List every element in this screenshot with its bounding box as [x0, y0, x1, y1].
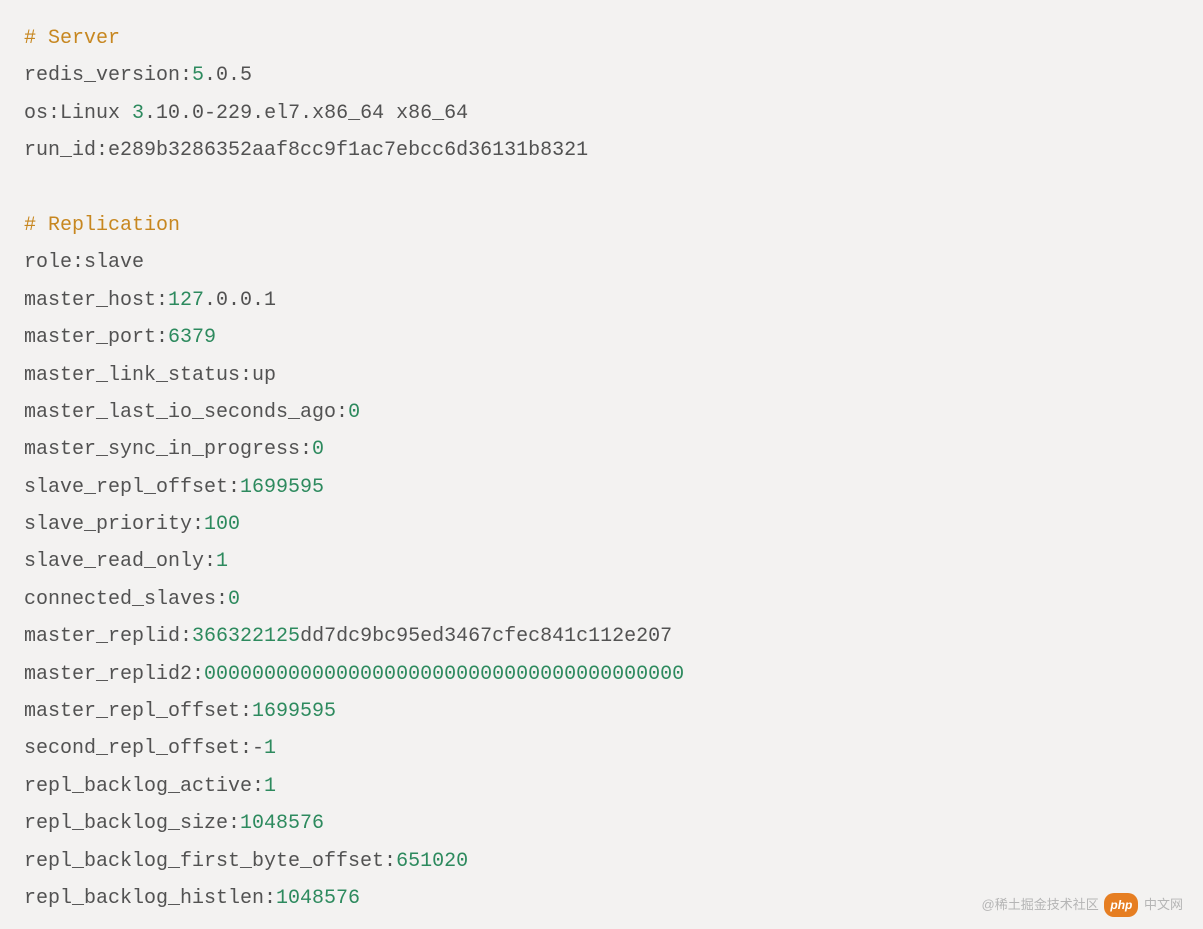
line-master-repl-offset: master_repl_offset:1699595 — [24, 693, 1179, 730]
line-master-link-status: master_link_status:up — [24, 357, 1179, 394]
line-master-replid2: master_replid2:0000000000000000000000000… — [24, 656, 1179, 693]
watermark: @稀土掘金技术社区 php 中文网 — [982, 893, 1183, 917]
line-role: role:slave — [24, 244, 1179, 281]
watermark-right: 中文网 — [1144, 897, 1183, 912]
redis-info-output: # Server redis_version:5.0.5 os:Linux 3.… — [24, 20, 1179, 917]
line-run-id: run_id:e289b3286352aaf8cc9f1ac7ebcc6d361… — [24, 132, 1179, 169]
line-master-last-io: master_last_io_seconds_ago:0 — [24, 394, 1179, 431]
line-repl-backlog-active: repl_backlog_active:1 — [24, 768, 1179, 805]
line-slave-priority: slave_priority:100 — [24, 506, 1179, 543]
line-slave-read-only: slave_read_only:1 — [24, 543, 1179, 580]
line-redis-version: redis_version:5.0.5 — [24, 57, 1179, 94]
line-master-sync-in-progress: master_sync_in_progress:0 — [24, 431, 1179, 468]
line-master-port: master_port:6379 — [24, 319, 1179, 356]
line-master-host: master_host:127.0.0.1 — [24, 282, 1179, 319]
server-section-header: # Server — [24, 20, 1179, 57]
line-slave-repl-offset: slave_repl_offset:1699595 — [24, 469, 1179, 506]
line-connected-slaves: connected_slaves:0 — [24, 581, 1179, 618]
line-repl-backlog-first-byte-offset: repl_backlog_first_byte_offset:651020 — [24, 843, 1179, 880]
replication-section-header: # Replication — [24, 207, 1179, 244]
php-badge-icon: php — [1104, 893, 1138, 917]
line-repl-backlog-size: repl_backlog_size:1048576 — [24, 805, 1179, 842]
blank-line — [24, 170, 1179, 207]
line-os: os:Linux 3.10.0-229.el7.x86_64 x86_64 — [24, 95, 1179, 132]
watermark-left: @稀土掘金技术社区 — [982, 897, 1099, 912]
line-master-replid: master_replid:366322125dd7dc9bc95ed3467c… — [24, 618, 1179, 655]
line-second-repl-offset: second_repl_offset:-1 — [24, 730, 1179, 767]
